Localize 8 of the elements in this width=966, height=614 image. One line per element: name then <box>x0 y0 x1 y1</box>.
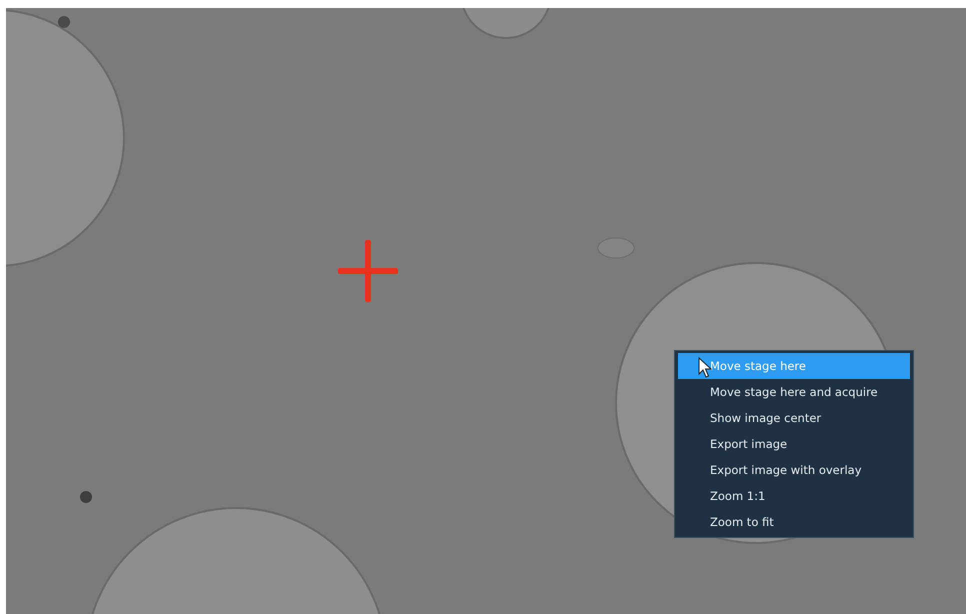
menu-item[interactable]: Export image with overlay <box>678 457 910 483</box>
crosshair-icon <box>338 240 398 302</box>
menu-item[interactable]: Move stage here and acquire <box>678 379 910 405</box>
cursor-icon <box>698 357 712 379</box>
menu-item[interactable]: Show image center <box>678 405 910 431</box>
menu-item[interactable]: Export image <box>678 431 910 457</box>
menu-item[interactable]: Zoom to fit <box>678 509 910 535</box>
menu-item[interactable]: Zoom 1:1 <box>678 483 910 509</box>
